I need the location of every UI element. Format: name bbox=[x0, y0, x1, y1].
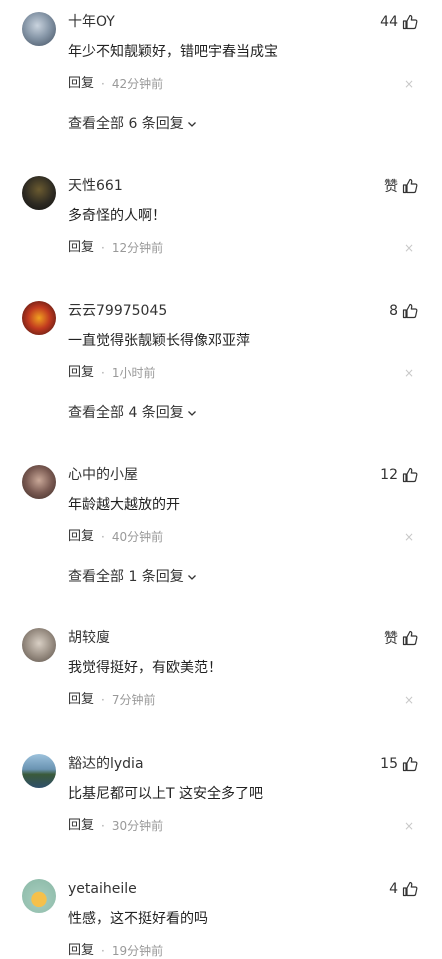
separator-dot: · bbox=[101, 819, 105, 833]
view-replies-link[interactable]: 查看全部 1 条回复 bbox=[68, 567, 198, 587]
like-count: 15 bbox=[380, 756, 398, 772]
close-icon[interactable]: × bbox=[404, 531, 414, 543]
like-count: 赞 bbox=[384, 179, 398, 195]
view-replies-label: 查看全部 1 条回复 bbox=[68, 569, 184, 585]
comment-text: 比基尼都可以上T 这安全多了吧 bbox=[68, 786, 264, 802]
comment-meta: 回复 · 7分钟前 bbox=[68, 692, 155, 708]
chevron-down-icon bbox=[187, 575, 196, 580]
close-icon[interactable]: × bbox=[404, 694, 414, 706]
like-button[interactable]: 8 bbox=[389, 301, 418, 321]
username[interactable]: 十年OY bbox=[68, 12, 115, 32]
comment-time: 42分钟前 bbox=[111, 77, 164, 91]
close-icon[interactable]: × bbox=[404, 820, 414, 832]
reply-button[interactable]: 回复 bbox=[68, 529, 94, 545]
comment-meta: 回复 · 19分钟前 bbox=[68, 943, 163, 959]
username[interactable]: 云云79975045 bbox=[68, 301, 167, 321]
avatar[interactable] bbox=[22, 879, 56, 913]
like-button[interactable]: 44 bbox=[380, 12, 418, 32]
like-button[interactable]: 赞 bbox=[384, 176, 418, 196]
comment-time: 12分钟前 bbox=[111, 241, 164, 255]
separator-dot: · bbox=[101, 77, 105, 91]
reply-button[interactable]: 回复 bbox=[68, 365, 94, 381]
separator-dot: · bbox=[101, 241, 105, 255]
comment-text: 年少不知靓颖好，错吧宇春当成宝 bbox=[68, 44, 278, 60]
username[interactable]: yetaiheile bbox=[68, 879, 137, 899]
view-replies-link[interactable]: 查看全部 6 条回复 bbox=[68, 114, 198, 134]
view-replies-label: 查看全部 4 条回复 bbox=[68, 405, 184, 421]
like-count: 赞 bbox=[384, 631, 398, 647]
like-count: 4 bbox=[389, 881, 398, 897]
view-replies-link[interactable]: 查看全部 4 条回复 bbox=[68, 403, 198, 423]
avatar[interactable] bbox=[22, 12, 56, 46]
reply-button[interactable]: 回复 bbox=[68, 76, 94, 92]
comment-time: 19分钟前 bbox=[111, 944, 164, 958]
like-count: 8 bbox=[389, 303, 398, 319]
avatar[interactable] bbox=[22, 301, 56, 335]
thumbs-up-icon bbox=[402, 303, 418, 319]
separator-dot: · bbox=[101, 366, 105, 380]
thumbs-up-icon bbox=[402, 881, 418, 897]
close-icon[interactable]: × bbox=[404, 242, 414, 254]
comment-text: 性感，这不挺好看的吗 bbox=[68, 911, 208, 927]
chevron-down-icon bbox=[187, 411, 196, 416]
thumbs-up-icon bbox=[402, 467, 418, 483]
avatar[interactable] bbox=[22, 176, 56, 210]
comment-time: 7分钟前 bbox=[111, 693, 156, 707]
chevron-down-icon bbox=[187, 122, 196, 127]
comment-text: 一直觉得张靓颖长得像邓亚萍 bbox=[68, 333, 250, 349]
reply-button[interactable]: 回复 bbox=[68, 818, 94, 834]
comment-meta: 回复 · 30分钟前 bbox=[68, 818, 163, 834]
like-button[interactable]: 12 bbox=[380, 465, 418, 485]
reply-button[interactable]: 回复 bbox=[68, 692, 94, 708]
like-button[interactable]: 4 bbox=[389, 879, 418, 899]
username[interactable]: 豁达的lydia bbox=[68, 754, 144, 774]
comment-text: 我觉得挺好，有欧美范！ bbox=[68, 660, 222, 676]
username[interactable]: 心中的小屋 bbox=[68, 465, 138, 485]
like-count: 12 bbox=[380, 467, 398, 483]
comment-time: 30分钟前 bbox=[111, 819, 164, 833]
avatar[interactable] bbox=[22, 465, 56, 499]
thumbs-up-icon bbox=[402, 756, 418, 772]
thumbs-up-icon bbox=[402, 178, 418, 194]
comment-text: 多奇怪的人啊！ bbox=[68, 208, 166, 224]
comment-meta: 回复 · 12分钟前 bbox=[68, 240, 163, 256]
comment-time: 40分钟前 bbox=[111, 530, 164, 544]
close-icon[interactable]: × bbox=[404, 78, 414, 90]
avatar[interactable] bbox=[22, 754, 56, 788]
thumbs-up-icon bbox=[402, 14, 418, 30]
close-icon[interactable]: × bbox=[404, 367, 414, 379]
username[interactable]: 天性661 bbox=[68, 176, 123, 196]
avatar[interactable] bbox=[22, 628, 56, 662]
reply-button[interactable]: 回复 bbox=[68, 240, 94, 256]
like-button[interactable]: 赞 bbox=[384, 628, 418, 648]
reply-button[interactable]: 回复 bbox=[68, 943, 94, 959]
thumbs-up-icon bbox=[402, 630, 418, 646]
comment-text: 年龄越大越放的开 bbox=[68, 497, 180, 513]
like-count: 44 bbox=[380, 14, 398, 30]
comment-meta: 回复 · 40分钟前 bbox=[68, 529, 163, 545]
separator-dot: · bbox=[101, 530, 105, 544]
comment-meta: 回复 · 42分钟前 bbox=[68, 76, 163, 92]
comment-time: 1小时前 bbox=[111, 366, 156, 380]
separator-dot: · bbox=[101, 693, 105, 707]
separator-dot: · bbox=[101, 944, 105, 958]
username[interactable]: 胡较廋 bbox=[68, 628, 110, 648]
view-replies-label: 查看全部 6 条回复 bbox=[68, 116, 184, 132]
like-button[interactable]: 15 bbox=[380, 754, 418, 774]
comment-meta: 回复 · 1小时前 bbox=[68, 365, 155, 381]
